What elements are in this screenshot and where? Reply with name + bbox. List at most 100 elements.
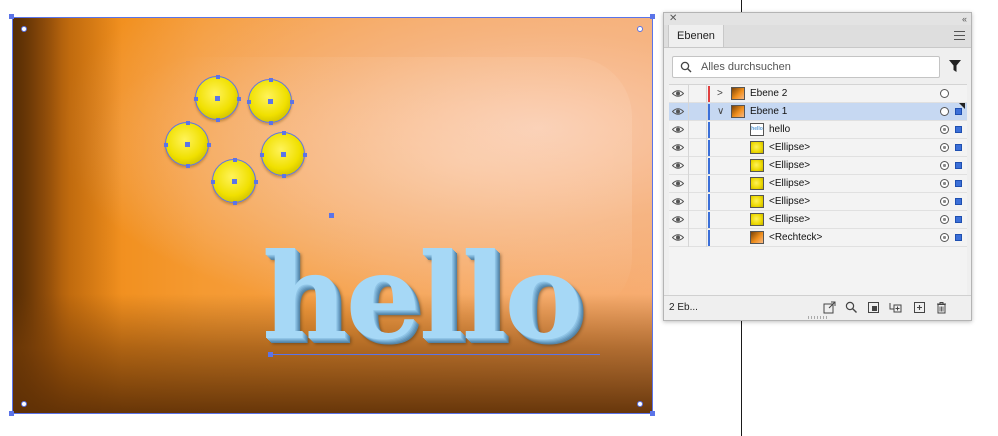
layer-row-ebene-1[interactable]: ∨ Ebene 1: [669, 103, 967, 121]
visibility-eye-icon[interactable]: [672, 143, 684, 152]
chevron-down-icon[interactable]: ∨: [717, 106, 724, 118]
divider: [706, 193, 707, 211]
target-circle-icon[interactable]: [940, 125, 949, 134]
visibility-eye-icon[interactable]: [672, 125, 684, 134]
layer-name[interactable]: Ebene 2: [750, 87, 787, 101]
ellipse-object[interactable]: [260, 131, 307, 178]
divider: [688, 193, 689, 211]
new-sublayer-icon[interactable]: [889, 301, 902, 314]
collapse-icon[interactable]: ‹‹: [962, 13, 967, 25]
divider: [706, 175, 707, 193]
layer-thumbnail: [731, 87, 745, 100]
sublayer-row-ellipse[interactable]: <Ellipse>: [669, 193, 967, 211]
divider: [706, 157, 707, 175]
target-circle-icon[interactable]: [940, 89, 949, 98]
text-baseline: [270, 354, 600, 355]
current-layer-indicator: [959, 103, 965, 109]
sublayer-row-ellipse[interactable]: <Ellipse>: [669, 139, 967, 157]
target-circle-icon[interactable]: [940, 107, 949, 116]
anchor-bottom-left[interactable]: [9, 411, 14, 416]
target-circle-icon[interactable]: [940, 143, 949, 152]
divider: [706, 103, 707, 121]
search-input[interactable]: [701, 59, 931, 75]
layer-name[interactable]: hello: [769, 123, 790, 137]
selection-indicator[interactable]: [955, 180, 962, 187]
layer-color-bar: [708, 140, 710, 156]
target-circle-icon[interactable]: [940, 161, 949, 170]
layer-thumbnail: [750, 159, 764, 172]
visibility-eye-icon[interactable]: [672, 197, 684, 206]
divider: [688, 121, 689, 139]
layer-color-bar: [708, 104, 710, 120]
visibility-eye-icon[interactable]: [672, 107, 684, 116]
ellipse-object[interactable]: [194, 75, 241, 122]
layer-name[interactable]: <Ellipse>: [769, 213, 810, 227]
target-circle-icon[interactable]: [940, 233, 949, 242]
clipping-mask-icon[interactable]: [867, 301, 880, 314]
layer-row-ebene-2[interactable]: > Ebene 2: [669, 85, 967, 103]
chevron-right-icon[interactable]: >: [717, 88, 723, 100]
selection-indicator[interactable]: [955, 108, 962, 115]
close-icon[interactable]: ✕: [669, 13, 677, 25]
panel-menu-icon[interactable]: [954, 31, 965, 40]
target-circle-icon[interactable]: [940, 179, 949, 188]
selection-indicator[interactable]: [955, 144, 962, 151]
trash-icon[interactable]: [935, 301, 948, 314]
sublayer-row-rechteck[interactable]: <Rechteck>: [669, 229, 967, 247]
anchor-top-left[interactable]: [9, 14, 14, 19]
layer-color-bar: [708, 212, 710, 228]
sublayer-row-ellipse[interactable]: <Ellipse>: [669, 157, 967, 175]
anchor-top-right[interactable]: [650, 14, 655, 19]
layer-thumbnail: [750, 141, 764, 154]
sublayer-row-hello[interactable]: hello hello: [669, 121, 967, 139]
divider: [688, 85, 689, 103]
selection-indicator[interactable]: [955, 216, 962, 223]
selection-handle-top-left[interactable]: [21, 26, 27, 32]
center-point[interactable]: [329, 213, 334, 218]
export-icon[interactable]: [823, 301, 836, 314]
ellipse-object[interactable]: [247, 78, 294, 125]
target-circle-icon[interactable]: [940, 215, 949, 224]
layer-count: 2 Eb...: [669, 302, 698, 313]
ellipse-object[interactable]: [211, 158, 258, 205]
divider: [706, 139, 707, 157]
text-anchor-point[interactable]: [268, 352, 273, 357]
visibility-eye-icon[interactable]: [672, 161, 684, 170]
selection-handle-bottom-right[interactable]: [637, 401, 643, 407]
layer-name[interactable]: <Rechteck>: [769, 231, 822, 245]
ellipse-object[interactable]: [164, 121, 211, 168]
filter-icon[interactable]: [948, 59, 962, 73]
layer-thumbnail: [750, 177, 764, 190]
search-box[interactable]: [672, 56, 940, 78]
layer-name[interactable]: Ebene 1: [750, 105, 787, 119]
visibility-eye-icon[interactable]: [672, 89, 684, 98]
visibility-eye-icon[interactable]: [672, 233, 684, 242]
sublayer-row-ellipse[interactable]: <Ellipse>: [669, 211, 967, 229]
locate-object-icon[interactable]: [845, 301, 858, 314]
selection-indicator[interactable]: [955, 162, 962, 169]
layers-panel: ✕ ‹‹ Ebenen > Ebene 2 ∨ Ebene 1: [663, 12, 972, 321]
divider: [706, 229, 707, 247]
layer-name[interactable]: <Ellipse>: [769, 141, 810, 155]
hello-text-object[interactable]: hello: [262, 238, 583, 356]
visibility-eye-icon[interactable]: [672, 179, 684, 188]
layer-name[interactable]: <Ellipse>: [769, 195, 810, 209]
selection-indicator[interactable]: [955, 198, 962, 205]
new-layer-icon[interactable]: [913, 301, 926, 314]
layer-name[interactable]: <Ellipse>: [769, 177, 810, 191]
layer-name[interactable]: <Ellipse>: [769, 159, 810, 173]
thumbnail-text: hello: [751, 126, 763, 132]
anchor-bottom-right[interactable]: [650, 411, 655, 416]
panel-footer: 2 Eb...: [664, 295, 971, 320]
divider: [688, 175, 689, 193]
visibility-eye-icon[interactable]: [672, 215, 684, 224]
layer-thumbnail: [750, 231, 764, 244]
target-circle-icon[interactable]: [940, 197, 949, 206]
tab-layers[interactable]: Ebenen: [668, 25, 724, 47]
resize-grip[interactable]: [808, 316, 828, 319]
selection-indicator[interactable]: [955, 126, 962, 133]
sublayer-row-ellipse[interactable]: <Ellipse>: [669, 175, 967, 193]
selection-handle-top-right[interactable]: [637, 26, 643, 32]
selection-handle-bottom-left[interactable]: [21, 401, 27, 407]
selection-indicator[interactable]: [955, 234, 962, 241]
